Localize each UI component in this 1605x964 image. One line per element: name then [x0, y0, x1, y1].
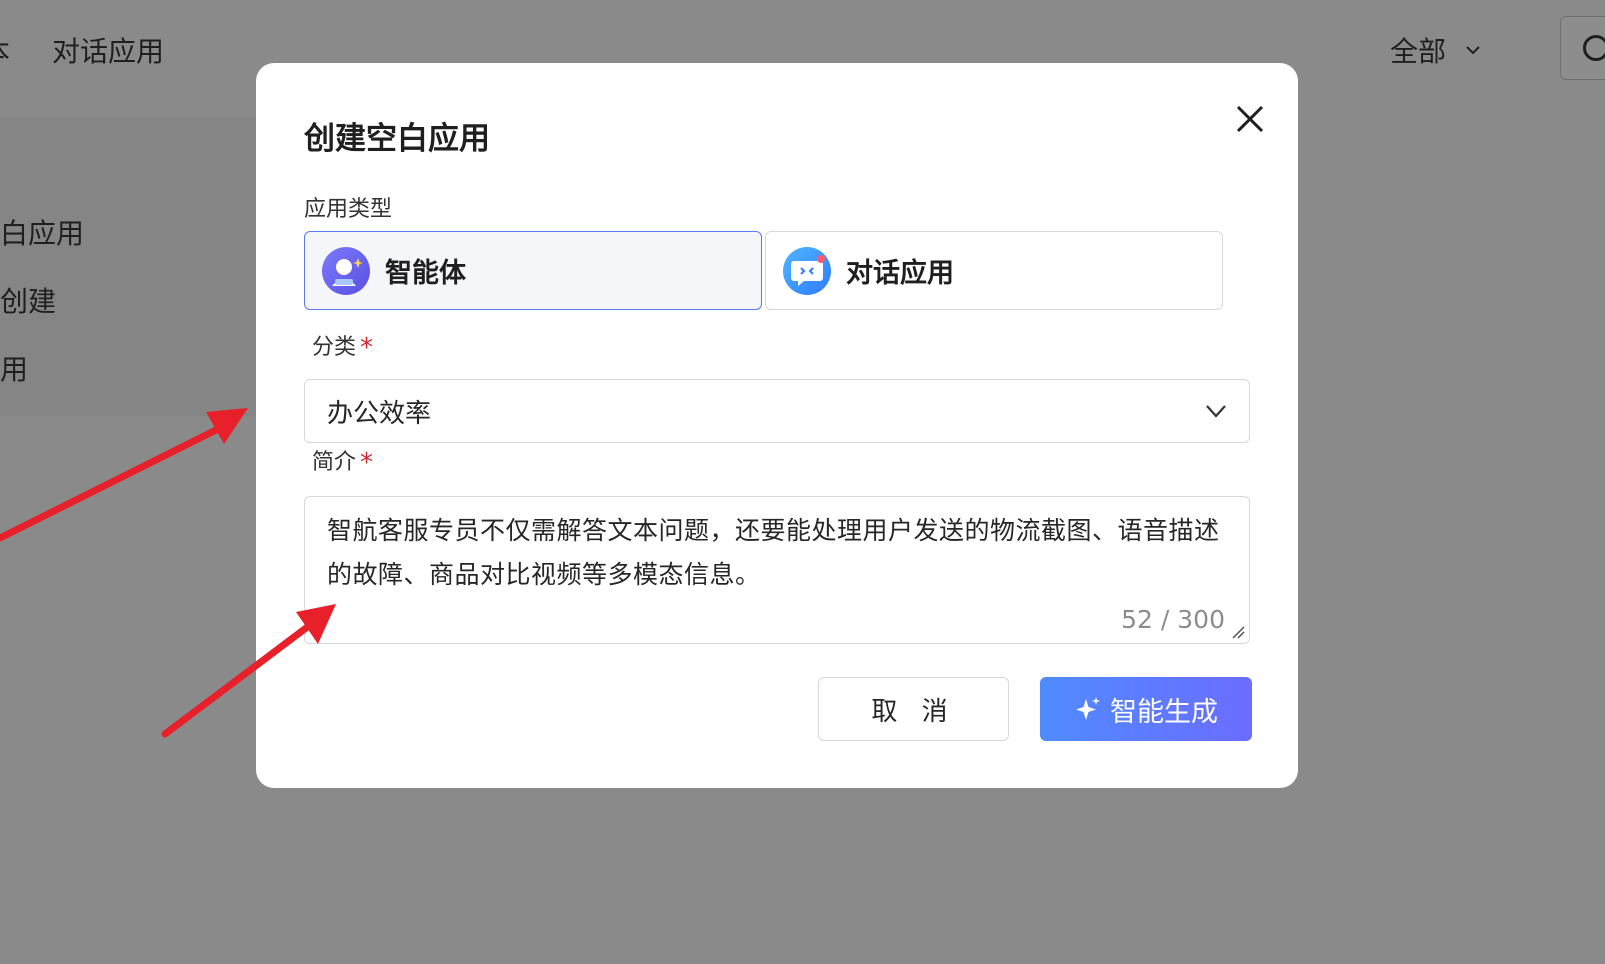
chat-bubble-icon — [783, 246, 831, 295]
category-select[interactable]: 办公效率 — [304, 379, 1250, 443]
type-option-agent[interactable]: 智能体 — [304, 231, 762, 310]
close-icon[interactable] — [1230, 99, 1270, 139]
category-label-text: 分类 — [312, 335, 357, 360]
background-side-panel — [0, 118, 262, 416]
resize-handle-icon[interactable] — [1230, 624, 1246, 640]
agent-avatar-icon — [322, 246, 370, 295]
category-label: 分类 * — [312, 329, 373, 363]
background-tab-partial[interactable]: 本 — [0, 30, 10, 70]
intro-label-text: 简介 — [312, 450, 357, 475]
modal-title: 创建空白应用 — [304, 121, 490, 157]
background-filter-dropdown[interactable]: 全部 — [1390, 30, 1482, 70]
char-counter: 52 / 300 — [1121, 605, 1225, 634]
smart-generate-label: 智能生成 — [1110, 696, 1218, 728]
chevron-down-icon — [1466, 46, 1480, 55]
filter-label: 全部 — [1390, 35, 1447, 68]
type-option-chat-app[interactable]: 对话应用 — [765, 231, 1223, 310]
chevron-down-icon — [1206, 405, 1226, 418]
search-icon — [1583, 35, 1605, 61]
intro-label: 简介 * — [312, 444, 373, 478]
category-select-value: 办公效率 — [327, 398, 432, 429]
background-search-button[interactable] — [1560, 16, 1605, 80]
type-option-chat-app-label: 对话应用 — [846, 258, 954, 289]
background-side-item-create[interactable]: 创建 — [0, 280, 56, 320]
smart-generate-button[interactable]: 智能生成 — [1040, 677, 1252, 741]
create-blank-app-modal: 创建空白应用 应用类型 智能体 对话应用 分类 * 办公效率 简介 * 智航客服… — [256, 63, 1298, 788]
app-type-label: 应用类型 — [304, 197, 393, 222]
intro-textarea[interactable]: 智航客服专员不仅需解答文本问题，还要能处理用户发送的物流截图、语音描述的故障、商… — [304, 496, 1250, 644]
sparkle-icon — [1076, 697, 1100, 720]
intro-text: 智航客服专员不仅需解答文本问题，还要能处理用户发送的物流截图、语音描述的故障、商… — [327, 516, 1220, 589]
cancel-button[interactable]: 取 消 — [818, 677, 1009, 741]
background-side-item-blank-app[interactable]: 白应用 — [0, 212, 84, 252]
type-option-agent-label: 智能体 — [385, 258, 466, 289]
required-mark: * — [360, 448, 374, 478]
background-tab-chat-app[interactable]: 对话应用 — [52, 30, 164, 70]
background-side-item-app[interactable]: 用 — [0, 348, 28, 388]
required-mark: * — [360, 333, 374, 363]
annotation-arrow-upper — [0, 408, 248, 542]
